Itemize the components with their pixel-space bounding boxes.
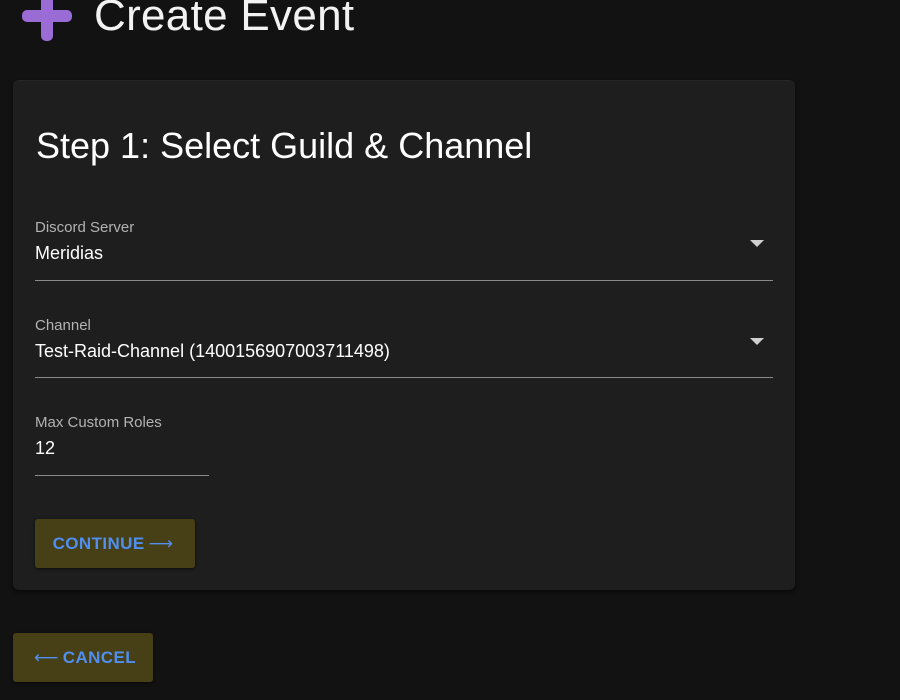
max-custom-roles-underline (35, 475, 209, 476)
page-header: Create Event (22, 0, 354, 46)
channel-select[interactable]: Channel Test-Raid-Channel (1400156907003… (35, 317, 773, 379)
channel-underline (35, 377, 773, 378)
arrow-right-icon: ⟶ (148, 533, 174, 553)
page-title: Create Event (94, 0, 355, 40)
max-custom-roles-input[interactable]: 12 (35, 438, 55, 459)
channel-value[interactable]: Test-Raid-Channel (1400156907003711498) (35, 341, 390, 362)
step-card: Step 1: Select Guild & Channel Discord S… (13, 80, 795, 590)
channel-label: Channel (35, 317, 91, 334)
dropdown-arrow-icon[interactable] (750, 338, 764, 345)
step-title: Step 1: Select Guild & Channel (36, 125, 533, 166)
dropdown-arrow-icon[interactable] (750, 240, 764, 247)
continue-label: CONTINUE (52, 533, 145, 553)
cancel-button[interactable]: ⟵ CANCEL (13, 633, 153, 682)
discord-server-label: Discord Server (35, 219, 135, 236)
create-event-page: Create Event Step 1: Select Guild & Chan… (0, 0, 900, 700)
discord-server-value[interactable]: Meridias (35, 243, 103, 264)
plus-icon (22, 0, 72, 41)
continue-button[interactable]: CONTINUE ⟶ (35, 519, 195, 568)
max-custom-roles-label: Max Custom Roles (35, 414, 162, 431)
discord-server-underline (35, 280, 773, 281)
cancel-label: CANCEL (62, 647, 136, 667)
max-custom-roles-field[interactable]: Max Custom Roles 12 (35, 414, 209, 476)
discord-server-select[interactable]: Discord Server Meridias (35, 219, 773, 281)
arrow-left-icon: ⟵ (33, 647, 59, 667)
